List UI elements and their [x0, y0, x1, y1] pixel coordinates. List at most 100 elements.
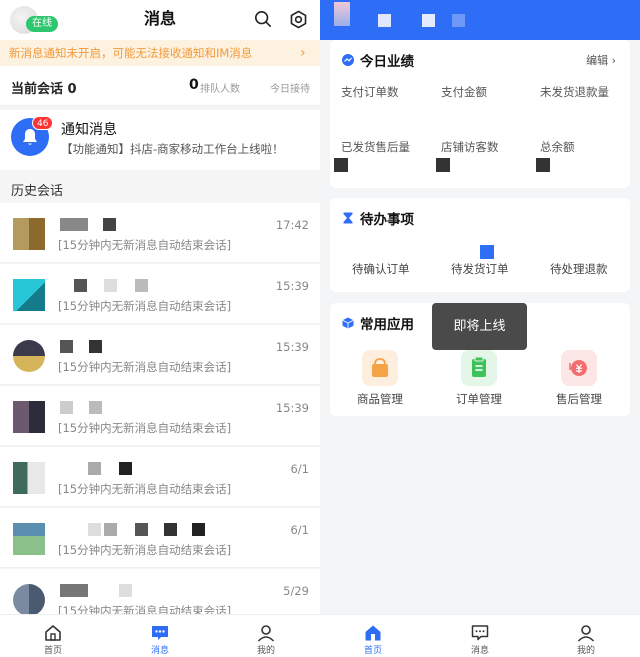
conversation-time: 15:39 [275, 279, 309, 293]
tab-mine-label: 我的 [576, 646, 595, 656]
product-management-icon[interactable] [362, 350, 398, 386]
conversation-preview: [15分钟内无新消息自动结束会话] [58, 238, 232, 252]
current-sessions-row: 当前会话 0 0 排队人数 今日接待 [0, 66, 320, 106]
trend-icon [342, 54, 354, 66]
conversation-row[interactable]: [15分钟内无新消息自动结束会话] 15:39 [0, 386, 320, 446]
page-title: 消息 [143, 9, 176, 28]
conversation-time: 6/1 [290, 523, 309, 537]
conversation-preview: [15分钟内无新消息自动结束会话] [58, 482, 232, 496]
metric-label[interactable]: 店铺访客数 [441, 139, 499, 155]
conversation-avatar [13, 340, 45, 372]
metric-label[interactable]: 未发货退款量 [540, 84, 609, 100]
todo-card: 待办事项 待确认订单 待发货订单 待处理退款 [330, 198, 630, 292]
tab-messages[interactable]: 消息 [450, 615, 510, 657]
todo-item[interactable]: 待确认订单 [352, 261, 410, 277]
bottom-tab-bar: 首页 消息 我的 [320, 614, 640, 657]
conversation-name [58, 584, 178, 600]
conversation-time: 15:39 [275, 340, 309, 354]
today-reception-label[interactable]: 今日接待 [270, 80, 310, 95]
metric-label[interactable]: 总余额 [540, 139, 575, 155]
home-header [320, 0, 640, 40]
conversation-time: 17:42 [275, 218, 309, 232]
user-icon [257, 625, 275, 642]
tab-home-label: 首页 [363, 646, 382, 656]
tab-messages[interactable]: 消息 [130, 615, 190, 657]
conversation-avatar [13, 401, 45, 433]
metric-label[interactable]: 支付订单数 [341, 84, 399, 100]
conversation-time: 6/1 [290, 462, 309, 476]
todo-item[interactable]: 待处理退款 [550, 261, 608, 277]
conversation-name [58, 523, 205, 539]
conversation-name [58, 462, 178, 478]
conversation-name [58, 401, 178, 417]
app-label[interactable]: 售后管理 [556, 391, 602, 407]
app-label[interactable]: 商品管理 [357, 391, 403, 407]
card-title: 今日业绩 [360, 54, 414, 70]
conversation-avatar [13, 523, 45, 555]
conversation-name [58, 340, 178, 356]
conversation-preview: [15分钟内无新消息自动结束会话] [58, 360, 232, 374]
conversation-name [58, 279, 178, 295]
unread-badge: 46 [32, 116, 54, 130]
tab-home-label: 首页 [43, 646, 62, 656]
gear-icon[interactable] [289, 10, 308, 29]
notification-messages-item[interactable]: 46 通知消息 【功能通知】抖店-商家移动工作台上线啦！ [0, 110, 320, 170]
conversation-row[interactable]: [15分钟内无新消息自动结束会话] 15:39 [0, 264, 320, 324]
metric-value-redacted [536, 158, 550, 172]
tab-home[interactable]: 首页 [23, 615, 83, 657]
tab-home[interactable]: 首页 [343, 615, 403, 657]
after-sales-management-icon[interactable] [561, 350, 597, 386]
search-icon[interactable] [254, 10, 272, 28]
store-avatar[interactable] [334, 2, 350, 26]
app-label[interactable]: 订单管理 [456, 391, 502, 407]
metric-label[interactable]: 支付金额 [441, 84, 487, 100]
metric-label[interactable]: 已发货售后量 [341, 139, 410, 155]
bottom-tab-bar: 首页 消息 我的 [0, 614, 320, 657]
conversation-row[interactable]: [15分钟内无新消息自动结束会话] 17:42 [0, 203, 320, 263]
banner-text: 新消息通知未开启，可能无法接收通知和IM消息 [9, 46, 253, 60]
conversation-avatar [13, 584, 45, 616]
hourglass-icon [343, 212, 353, 224]
current-sessions-label: 当前会话 0 [11, 82, 77, 97]
tab-messages-label: 消息 [470, 646, 489, 656]
todo-item[interactable]: 待发货订单 [451, 261, 509, 277]
history-sessions-heading: 历史会话 [11, 184, 64, 199]
conversation-avatar [13, 279, 45, 311]
conversation-avatar [13, 218, 45, 250]
tab-messages-label: 消息 [150, 646, 169, 656]
metric-value-redacted [334, 158, 348, 172]
conversation-preview: [15分钟内无新消息自动结束会话] [58, 543, 232, 557]
queue-count: 0 [189, 77, 199, 93]
store-name-placeholder [422, 14, 435, 27]
bell-icon [23, 129, 37, 145]
conversation-time: 5/29 [283, 584, 309, 598]
conversation-row[interactable]: [15分钟内无新消息自动结束会话] 15:39 [0, 325, 320, 385]
conversation-avatar [13, 462, 45, 494]
tab-mine[interactable]: 我的 [236, 615, 296, 657]
order-management-icon[interactable] [461, 350, 497, 386]
conversation-preview: [15分钟内无新消息自动结束会话] [58, 299, 232, 313]
todo-count-redacted [480, 245, 494, 259]
tab-mine-label: 我的 [256, 646, 275, 656]
conversation-preview: [15分钟内无新消息自动结束会话] [58, 421, 232, 435]
user-icon [577, 625, 595, 642]
cube-icon [342, 317, 354, 329]
conversation-name [58, 218, 178, 234]
messages-screen: 在线 消息 新消息通知未开启，可能无法接收通知和IM消息 › 当前会话 0 0 … [0, 0, 320, 657]
edit-button[interactable]: 编辑 › [586, 52, 616, 68]
metric-value-redacted [436, 158, 450, 172]
chevron-right-icon: › [300, 45, 306, 61]
chat-icon [152, 626, 168, 640]
card-title: 常用应用 [360, 317, 414, 333]
store-name-placeholder [452, 14, 465, 27]
tab-mine[interactable]: 我的 [556, 615, 616, 657]
conversation-row[interactable]: [15分钟内无新消息自动结束会话] 6/1 [0, 447, 320, 507]
chat-icon [471, 625, 489, 641]
notification-disabled-banner[interactable]: 新消息通知未开启，可能无法接收通知和IM消息 › [0, 40, 320, 66]
conversation-row[interactable]: [15分钟内无新消息自动结束会话] 6/1 [0, 508, 320, 568]
messages-header: 在线 消息 [0, 0, 320, 40]
home-screen: 今日业绩 编辑 › 支付订单数 支付金额 未发货退款量 已发货售后量 店铺访客数… [320, 0, 640, 657]
notification-title: 通知消息 [61, 122, 117, 138]
coming-soon-toast: 即将上线 [432, 303, 527, 350]
queue-label: 排队人数 [200, 84, 240, 95]
